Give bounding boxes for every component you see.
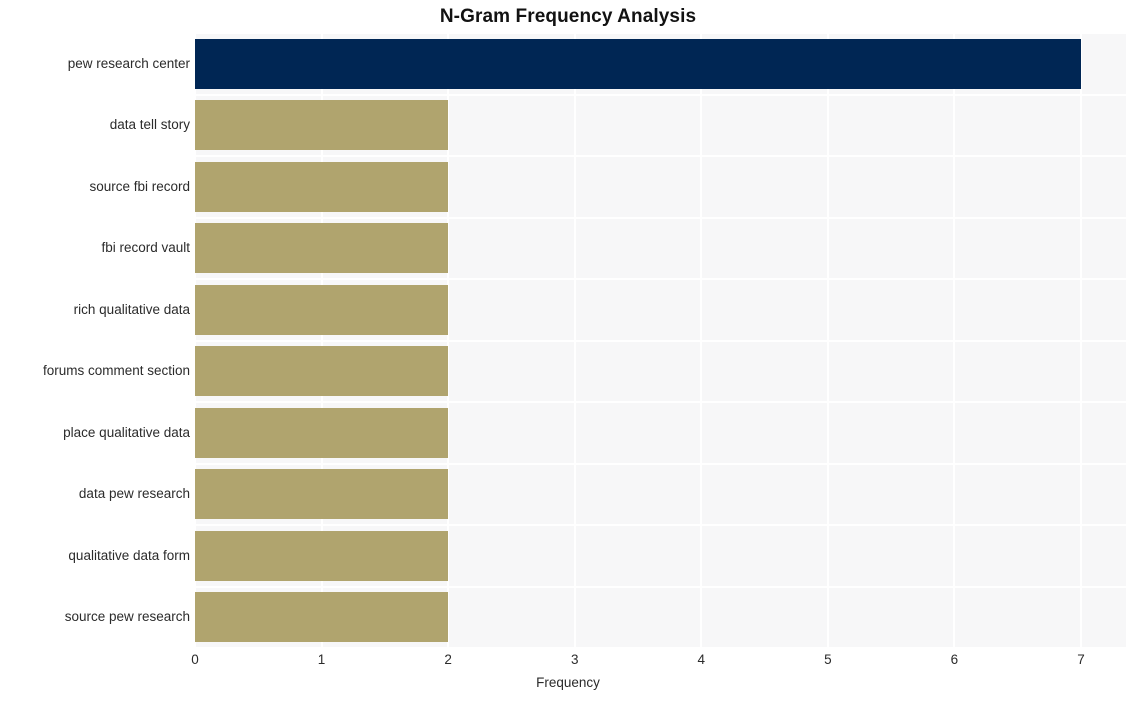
- horizontal-gridline: [195, 93, 1126, 96]
- y-axis-tick-label: qualitative data form: [68, 547, 190, 563]
- horizontal-gridline: [195, 278, 1126, 280]
- horizontal-gridline: [195, 339, 1126, 342]
- bar[interactable]: [195, 469, 449, 520]
- y-axis-tick-label: place qualitative data: [63, 424, 190, 440]
- bar[interactable]: [195, 100, 449, 151]
- bar[interactable]: [195, 530, 449, 581]
- horizontal-gridline: [195, 647, 1126, 648]
- horizontal-gridline: [195, 524, 1126, 526]
- horizontal-gridline: [195, 155, 1126, 157]
- bar[interactable]: [195, 38, 1081, 89]
- chart-figure: N-Gram Frequency Analysis pew research c…: [0, 0, 1136, 701]
- x-axis-tick-label: 2: [444, 652, 452, 667]
- y-axis-tick-label: rich qualitative data: [73, 301, 190, 317]
- horizontal-gridline: [195, 216, 1126, 219]
- bar[interactable]: [195, 223, 449, 274]
- y-axis-tick-label: data pew research: [78, 486, 190, 502]
- horizontal-gridline: [195, 33, 1126, 34]
- y-axis-tick-label: pew research center: [67, 55, 190, 71]
- y-axis-tick-label: fbi record vault: [101, 240, 190, 256]
- x-axis-tick-label: 0: [191, 652, 199, 667]
- x-axis-tick-label: 5: [824, 652, 832, 667]
- x-axis-tick-label: 6: [950, 652, 959, 667]
- plot-area: [195, 33, 1126, 648]
- x-axis-tick-label: 7: [1077, 652, 1085, 667]
- horizontal-gridline: [195, 462, 1126, 465]
- y-axis-tick-label: source pew research: [64, 609, 190, 625]
- bar[interactable]: [195, 161, 449, 212]
- x-axis-tick-label: 4: [697, 652, 706, 667]
- x-axis-tick-label: 3: [570, 652, 579, 667]
- chart-title: N-Gram Frequency Analysis: [439, 6, 697, 27]
- bar[interactable]: [195, 592, 449, 643]
- y-axis-tick-label: data tell story: [109, 117, 190, 133]
- bar[interactable]: [195, 284, 449, 335]
- y-axis-tick-label: source fbi record: [89, 178, 190, 194]
- x-axis-tick-label: 1: [317, 652, 326, 667]
- x-axis-title: Frequency: [536, 675, 600, 690]
- horizontal-gridline: [195, 401, 1126, 403]
- y-axis-tick-label: forums comment section: [42, 363, 190, 379]
- horizontal-gridline: [195, 585, 1126, 588]
- bar[interactable]: [195, 407, 449, 458]
- bar[interactable]: [195, 346, 449, 397]
